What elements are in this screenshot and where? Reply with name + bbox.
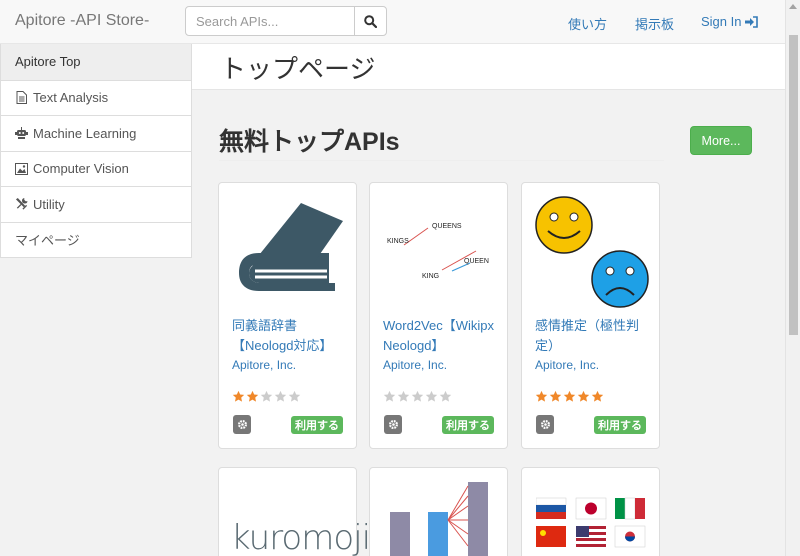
more-button[interactable]: More... — [690, 126, 752, 155]
document-icon — [15, 91, 28, 105]
scroll-up-arrow-icon[interactable] — [789, 4, 797, 9]
sidebar-item-label: Text Analysis — [33, 90, 109, 106]
word-label: QUEENS — [432, 223, 462, 230]
top-navbar: Apitore -API Store- 使い方 掲示板 Sign In — [0, 0, 785, 44]
star-empty-icon — [288, 390, 301, 402]
star-filled-icon — [232, 390, 245, 402]
sidebar: Apitore Top Text Analysis Machine Learni… — [0, 44, 192, 258]
scroll-thumb[interactable] — [789, 35, 798, 335]
api-card-name[interactable]: 同義語辞書【Neologd対応】 — [232, 316, 348, 355]
gear-icon — [237, 419, 247, 430]
word-label: KING — [422, 273, 439, 280]
book-icon — [239, 203, 343, 291]
nav-usage-link[interactable]: 使い方 — [568, 14, 607, 33]
korea-flag-icon — [614, 525, 646, 548]
china-flag-icon — [536, 526, 566, 547]
usa-flag-icon — [576, 526, 606, 547]
api-card[interactable]: KINGS QUEENS KING QUEEN Word2Vec【Wikipx … — [369, 182, 508, 449]
star-filled-icon — [549, 390, 562, 402]
japan-flag-icon — [575, 497, 607, 520]
log-in-icon — [745, 15, 759, 28]
rating-stars — [383, 390, 452, 403]
sidebar-item-text-analysis[interactable]: Text Analysis — [1, 79, 191, 115]
italy-flag-icon — [615, 497, 645, 520]
nav-board-link[interactable]: 掲示板 — [635, 14, 674, 33]
nav-signin-link[interactable]: Sign In — [701, 14, 759, 29]
use-button[interactable]: 利用する — [442, 416, 494, 434]
star-empty-icon — [383, 390, 396, 402]
api-card-company[interactable]: Apitore, Inc. — [383, 358, 447, 372]
sidebar-item-computer-vision[interactable]: Computer Vision — [1, 150, 191, 186]
settings-button[interactable] — [536, 415, 554, 434]
sidebar-item-label: Utility — [33, 196, 65, 212]
api-card[interactable]: kuromoji — [218, 467, 371, 556]
bar-chart-icon — [390, 482, 488, 556]
brand-logo[interactable]: Apitore -API Store- — [15, 12, 149, 30]
sidebar-item-utility[interactable]: Utility — [1, 186, 191, 222]
sidebar-item-machine-learning[interactable]: Machine Learning — [1, 115, 191, 151]
word-label: KINGS — [387, 238, 409, 245]
page-header: トップページ — [192, 44, 785, 90]
rating-stars — [535, 390, 604, 403]
word-label: QUEEN — [464, 258, 489, 265]
star-filled-icon — [563, 390, 576, 402]
sidebar-item-label: Apitore Top — [15, 54, 81, 70]
russia-flag-icon — [536, 497, 567, 519]
word-vector-diagram: KINGS QUEENS KING QUEEN — [387, 223, 489, 280]
star-filled-icon — [577, 390, 590, 402]
robot-icon — [15, 126, 28, 140]
api-card-company[interactable]: Apitore, Inc. — [535, 358, 599, 372]
use-button[interactable]: 利用する — [594, 416, 646, 434]
sidebar-item-label: Computer Vision — [33, 161, 129, 177]
star-empty-icon — [439, 390, 452, 402]
page-title: トップページ — [220, 54, 376, 84]
star-empty-icon — [397, 390, 410, 402]
flags-icon — [536, 497, 646, 548]
search-icon — [364, 14, 377, 28]
sidebar-item-label: マイページ — [15, 233, 80, 249]
settings-button[interactable] — [384, 415, 402, 434]
star-filled-icon — [591, 390, 604, 402]
section-divider — [219, 160, 664, 161]
sidebar-item-label: Machine Learning — [33, 125, 137, 141]
search-button[interactable] — [354, 6, 387, 36]
picture-icon — [15, 162, 28, 175]
star-empty-icon — [260, 390, 273, 402]
api-card[interactable] — [521, 467, 660, 556]
api-card[interactable] — [369, 467, 508, 556]
star-filled-icon — [246, 390, 259, 402]
search-input[interactable] — [185, 6, 355, 36]
section-title: 無料トップAPIs — [219, 128, 400, 156]
star-empty-icon — [274, 390, 287, 402]
smiley-faces — [535, 196, 649, 308]
api-card[interactable]: 同義語辞書【Neologd対応】 Apitore, Inc. 利用する — [218, 182, 357, 449]
gear-icon — [540, 419, 550, 430]
api-card-name[interactable]: Word2Vec【Wikipx Neologd】 — [383, 316, 499, 355]
use-button[interactable]: 利用する — [291, 416, 343, 434]
search-group — [185, 6, 387, 36]
api-card[interactable]: 感情推定（極性判定） Apitore, Inc. 利用する — [521, 182, 660, 449]
tools-icon — [15, 198, 28, 211]
star-empty-icon — [411, 390, 424, 402]
api-card-company[interactable]: Apitore, Inc. — [232, 358, 296, 372]
kuromoji-logo: kuromoji — [231, 518, 371, 556]
gear-icon — [388, 419, 398, 430]
sidebar-item-apitore-top[interactable]: Apitore Top — [1, 44, 191, 80]
signin-label: Sign In — [701, 14, 742, 29]
star-filled-icon — [535, 390, 548, 402]
sidebar-item-mypage[interactable]: マイページ — [1, 221, 191, 257]
rating-stars — [232, 390, 301, 403]
star-empty-icon — [425, 390, 438, 402]
page-scrollbar[interactable] — [785, 0, 800, 556]
api-card-name[interactable]: 感情推定（極性判定） — [535, 316, 651, 355]
settings-button[interactable] — [233, 415, 251, 434]
